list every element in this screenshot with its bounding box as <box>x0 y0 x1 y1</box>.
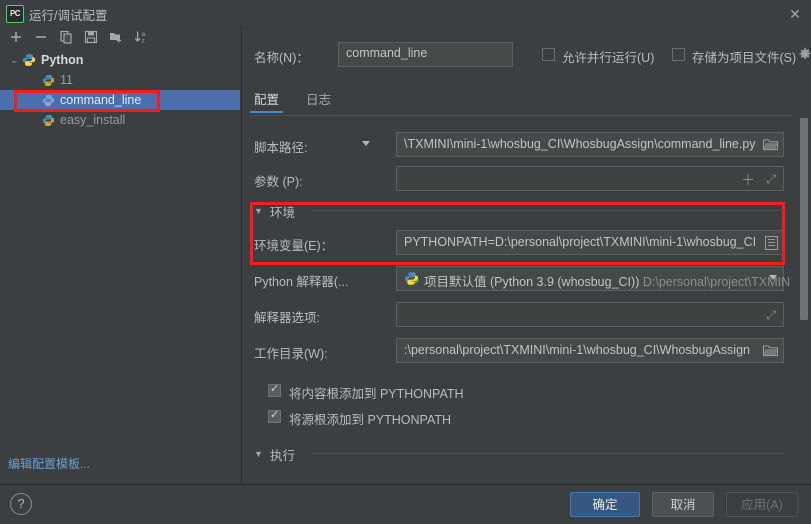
apply-button[interactable]: 应用(A) <box>726 492 798 517</box>
dialog-footer: ? 确定 取消 应用(A) <box>0 485 811 524</box>
python-interpreter-value: 项目默认值 (Python 3.9 (whosbug_CI)) D:\perso… <box>424 271 790 290</box>
name-input[interactable]: command_line <box>338 42 513 67</box>
interpreter-options-label: 解释器选项: <box>254 311 320 325</box>
environment-variables-row: 环境变量(E)： PYTHONPATH=D:\personal\project\… <box>254 230 792 256</box>
gear-icon[interactable] <box>798 47 811 61</box>
configurations-toolbar: a z <box>0 26 241 48</box>
working-directory-label: 工作目录(W): <box>254 347 328 361</box>
configurations-tree[interactable]: ⌄ Python 11 command_line easy_install <box>0 50 240 130</box>
remove-configuration-button[interactable] <box>33 29 49 45</box>
svg-text:z: z <box>142 37 145 44</box>
edit-configuration-templates-link[interactable]: 编辑配置模板... <box>8 455 90 472</box>
run-debug-configurations-dialog: PC 运行/调试配置 ✕ a z ⌄ Python 11 command_lin… <box>0 0 811 524</box>
pycharm-logo-icon: PC <box>6 5 24 23</box>
configurations-panel: a z ⌄ Python 11 command_line easy_instal… <box>0 26 241 484</box>
interpreter-name: 项目默认值 (Python 3.9 (whosbug_CI)) <box>424 275 640 289</box>
environment-variables-value: PYTHONPATH=D:\personal\project\TXMINI\mi… <box>404 235 757 249</box>
ok-button[interactable]: 确定 <box>570 492 640 517</box>
tree-item-easy-install[interactable]: easy_install <box>0 110 240 130</box>
store-as-project-file-label: 存储为项目文件(S) <box>692 51 797 65</box>
section-rule <box>312 210 784 211</box>
list-edit-icon[interactable] <box>765 236 778 250</box>
interpreter-options-row: 解释器选项: ⤢ <box>254 302 792 328</box>
tree-item-label: easy_install <box>60 113 126 127</box>
script-path-mode-dropdown-icon[interactable] <box>362 141 370 146</box>
environment-section-title: 环境 <box>270 206 296 220</box>
allow-parallel-run-checkbox[interactable] <box>542 48 555 61</box>
editor-scrollbar[interactable] <box>799 118 808 508</box>
expand-icon[interactable]: ⤢ <box>766 172 776 187</box>
sort-configurations-button[interactable]: a z <box>133 29 149 45</box>
help-icon[interactable]: ? <box>10 493 32 515</box>
environment-variables-input[interactable]: PYTHONPATH=D:\personal\project\TXMINI\mi… <box>396 230 784 255</box>
configuration-editor-panel: 名称(N)： command_line 允许并行运行(U) 存储为项目文件(S)… <box>242 26 811 508</box>
tab-configuration[interactable]: 配置 <box>249 88 284 113</box>
folder-icon[interactable] <box>763 138 778 151</box>
python-interpreter-dropdown[interactable]: 项目默认值 (Python 3.9 (whosbug_CI)) D:\perso… <box>396 266 790 291</box>
title-bar: PC 运行/调试配置 ✕ <box>0 0 811 26</box>
section-rule <box>312 453 784 454</box>
add-source-roots-label: 将源根添加到 PYTHONPATH <box>289 413 452 427</box>
python-interpreter-row: Python 解释器(... 项目默认值 (Python 3.9 (whosbu… <box>254 266 792 292</box>
script-path-row: 脚本路径: \TXMINI\mini-1\whosbug_CI\WhosbugA… <box>254 132 792 158</box>
script-path-value: \TXMINI\mini-1\whosbug_CI\WhosbugAssign\… <box>404 137 756 151</box>
chevron-down-icon[interactable]: ⌄ <box>8 50 20 70</box>
tree-item-command-line[interactable]: command_line <box>0 90 240 110</box>
environment-variables-label: 环境变量(E)： <box>254 239 334 253</box>
tree-item-label: 11 <box>60 73 73 87</box>
python-icon <box>42 93 56 107</box>
name-label: 名称(N)： <box>254 51 309 65</box>
new-folder-button[interactable] <box>108 29 124 45</box>
tabs-separator <box>254 115 792 116</box>
tree-group-label: Python <box>41 53 84 67</box>
python-interpreter-label: Python 解释器(... <box>254 275 349 289</box>
working-directory-value: :\personal\project\TXMINI\mini-1\whosbug… <box>404 343 750 357</box>
save-configuration-button[interactable] <box>83 29 99 45</box>
tree-item-label: command_line <box>60 93 142 107</box>
python-icon <box>42 73 56 87</box>
add-content-roots-checkbox[interactable] <box>268 382 281 397</box>
add-configuration-button[interactable] <box>8 29 24 45</box>
script-path-label: 脚本路径: <box>254 141 308 155</box>
execution-section-title: 执行 <box>270 449 296 463</box>
store-as-project-file-checkbox[interactable] <box>672 48 685 61</box>
working-directory-row: 工作目录(W): :\personal\project\TXMINI\mini-… <box>254 338 792 364</box>
allow-parallel-run-label: 允许并行运行(U) <box>562 51 655 65</box>
add-source-roots-checkbox[interactable] <box>268 408 281 423</box>
tree-group-python[interactable]: ⌄ Python <box>0 50 240 70</box>
python-interpreter-icon <box>404 271 420 286</box>
tab-logs[interactable]: 日志 <box>306 88 331 113</box>
environment-section-header[interactable]: ▼ 环境 <box>254 202 792 220</box>
window-title: 运行/调试配置 <box>29 9 108 23</box>
cancel-button[interactable]: 取消 <box>652 492 714 517</box>
chevron-down-icon[interactable] <box>769 275 777 280</box>
python-icon <box>42 113 56 127</box>
script-path-input[interactable]: \TXMINI\mini-1\whosbug_CI\WhosbugAssign\… <box>396 132 784 157</box>
editor-tabs: 配置 日志 <box>249 88 804 115</box>
copy-configuration-button[interactable] <box>58 29 74 45</box>
name-input-value: command_line <box>346 46 428 60</box>
add-content-roots-label: 将内容根添加到 PYTHONPATH <box>289 387 464 401</box>
tree-item-11[interactable]: 11 <box>0 70 240 90</box>
expand-icon[interactable]: ⤢ <box>766 308 776 323</box>
close-icon[interactable]: ✕ <box>787 6 803 22</box>
parameters-input[interactable]: ＋ ⤢ <box>396 166 784 191</box>
working-directory-input[interactable]: :\personal\project\TXMINI\mini-1\whosbug… <box>396 338 784 363</box>
insert-macro-icon[interactable]: ＋ <box>741 170 755 190</box>
triangle-down-icon[interactable]: ▼ <box>254 206 263 216</box>
scrollbar-thumb[interactable] <box>800 118 808 320</box>
name-row: 名称(N)： command_line 允许并行运行(U) 存储为项目文件(S) <box>254 42 811 68</box>
python-icon <box>22 53 36 67</box>
triangle-down-icon[interactable]: ▼ <box>254 449 263 459</box>
parameters-row: 参数 (P): ＋ ⤢ <box>254 166 792 192</box>
execution-section-header[interactable]: ▼ 执行 <box>254 445 792 463</box>
parameters-label: 参数 (P): <box>254 175 303 189</box>
interpreter-options-input[interactable]: ⤢ <box>396 302 784 327</box>
folder-icon[interactable] <box>763 344 778 357</box>
